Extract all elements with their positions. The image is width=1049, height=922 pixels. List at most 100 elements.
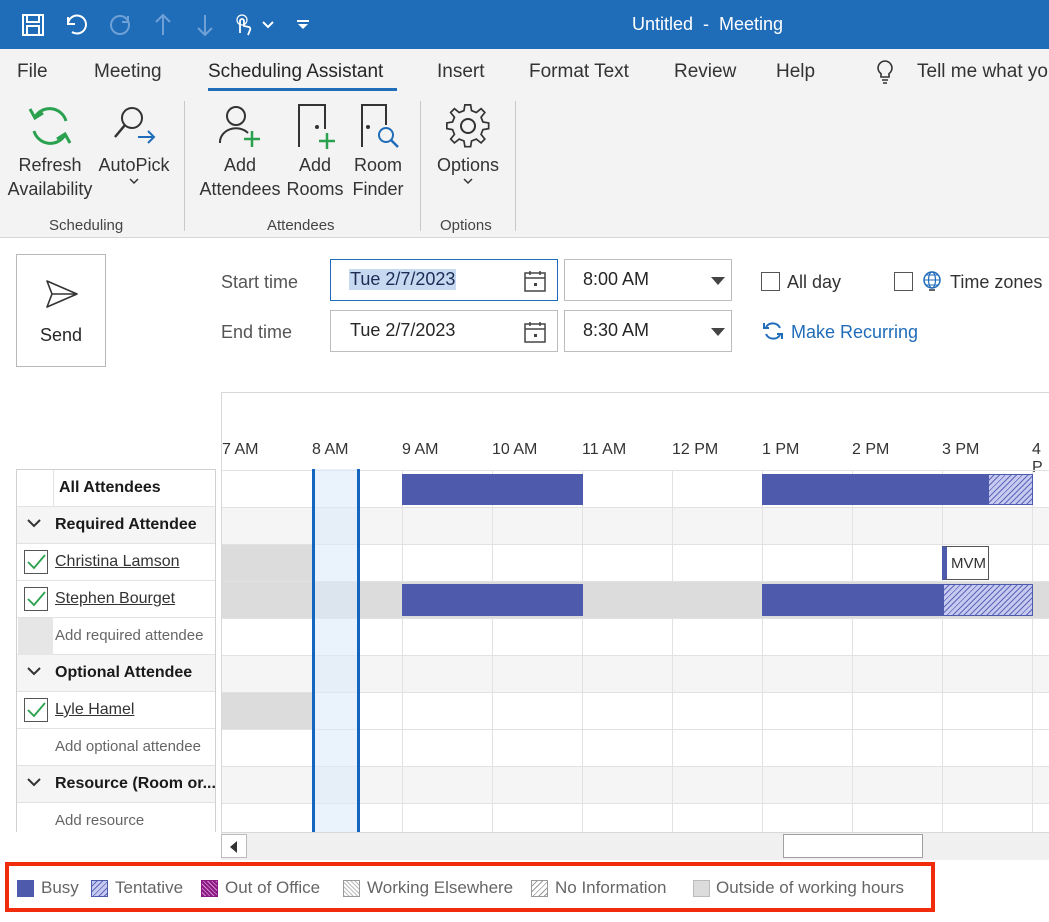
optional-attendee-label: Optional Attendee <box>55 664 193 681</box>
add-resource-row[interactable]: Add resource <box>17 803 215 832</box>
scrollbar-thumb[interactable] <box>783 834 923 858</box>
hour-label: 12 PM <box>672 441 719 458</box>
checkmark-icon <box>27 591 46 607</box>
customize-toolbar-icon[interactable] <box>292 12 314 38</box>
hour-gridline <box>762 470 763 833</box>
undo-icon[interactable] <box>63 12 89 38</box>
options-button[interactable]: Options <box>432 103 504 189</box>
attendee-name[interactable]: Lyle Hamel <box>55 701 134 719</box>
hour-gridline <box>402 470 403 833</box>
hour-gridline <box>942 470 943 833</box>
hour-label: 3 PM <box>942 441 980 458</box>
room-finder-label-line1: Room <box>353 155 402 175</box>
send-label: Send <box>39 325 83 345</box>
autopick-chevron-icon <box>96 177 172 185</box>
add-optional-attendee-input[interactable]: Add optional attendee <box>55 738 201 755</box>
refresh-label-line1: Refresh <box>18 155 82 175</box>
schedule-grid[interactable]: 7 AM 8 AM 9 AM 10 AM 11 AM 12 PM 1 PM 2 … <box>221 392 1049 833</box>
legend-working-elsewhere: Working Elsewhere <box>367 878 514 897</box>
add-rooms-label-line1: Add <box>298 155 332 175</box>
save-icon[interactable] <box>20 12 46 38</box>
chevron-down-icon[interactable] <box>27 666 41 676</box>
scheduling-group-label: Scheduling <box>49 217 124 234</box>
send-button[interactable]: Send <box>16 254 106 367</box>
tentative-swatch <box>91 880 108 897</box>
start-time-select[interactable]: 8:00 AM <box>564 259 732 301</box>
start-date-field[interactable]: Tue 2/7/2023 <box>330 259 558 301</box>
no-information-swatch <box>531 880 548 897</box>
refresh-availability-button[interactable]: Refresh Availability <box>4 103 96 201</box>
tab-file[interactable]: File <box>17 61 48 83</box>
chevron-down-icon[interactable] <box>258 12 278 38</box>
optional-attendee-header[interactable]: Optional Attendee <box>17 655 215 692</box>
end-date-field[interactable]: Tue 2/7/2023 <box>330 310 558 352</box>
hour-label: 2 PM <box>852 441 890 458</box>
touch-mode-icon[interactable] <box>230 12 256 38</box>
add-rooms-label-line2: Rooms <box>286 179 344 199</box>
meeting-time-selection[interactable] <box>312 469 360 833</box>
chevron-down-icon[interactable] <box>27 518 41 528</box>
busy-block <box>762 474 988 505</box>
busy-block <box>402 584 583 616</box>
attendee-checkbox[interactable] <box>24 587 48 611</box>
mvm-appointment[interactable]: MVM <box>942 546 989 580</box>
end-time-select[interactable]: 8:30 AM <box>564 310 732 352</box>
calendar-icon[interactable] <box>523 269 547 293</box>
add-required-attendee-input[interactable]: Add required attendee <box>55 627 203 644</box>
tab-help[interactable]: Help <box>776 61 815 83</box>
tell-me-search[interactable]: Tell me what yo <box>917 61 1048 83</box>
hour-gridline <box>582 470 583 833</box>
resource-header[interactable]: Resource (Room or... <box>17 766 215 803</box>
refresh-icon <box>28 107 72 145</box>
horizontal-scrollbar[interactable] <box>221 832 1049 860</box>
autopick-button[interactable]: AutoPick <box>96 103 172 189</box>
options-label: Options <box>436 155 500 175</box>
out-of-office-swatch <box>201 880 218 897</box>
attendee-name[interactable]: Christina Lamson <box>55 553 180 571</box>
tab-scheduling-assistant[interactable]: Scheduling Assistant <box>208 61 383 83</box>
add-attendees-button[interactable]: Add Attendees <box>196 103 284 201</box>
gear-icon <box>445 104 490 148</box>
add-optional-attendee-row[interactable]: Add optional attendee <box>17 729 215 766</box>
required-attendee-header[interactable]: Required Attendee <box>17 507 215 544</box>
options-group-label: Options <box>440 217 492 234</box>
tab-meeting[interactable]: Meeting <box>94 61 162 83</box>
all-attendees-label: All Attendees <box>59 479 161 496</box>
chevron-down-icon[interactable] <box>27 777 41 787</box>
required-attendee-label: Required Attendee <box>55 516 197 533</box>
start-time-label: Start time <box>221 272 299 292</box>
add-attendees-label-line1: Add <box>223 155 257 175</box>
add-rooms-button[interactable]: Add Rooms <box>286 103 344 201</box>
active-tab-indicator <box>208 88 397 91</box>
globe-icon <box>923 271 941 291</box>
hour-label: 1 PM <box>762 441 800 458</box>
add-attendees-label-line2: Attendees <box>199 179 281 199</box>
arrow-down-icon <box>192 12 218 38</box>
hour-label: 10 AM <box>492 441 538 458</box>
attendee-checkbox[interactable] <box>24 550 48 574</box>
add-required-attendee-row[interactable]: Add required attendee <box>17 618 215 655</box>
scroll-left-button[interactable] <box>221 834 247 858</box>
busy-block <box>762 584 943 616</box>
tab-insert[interactable]: Insert <box>437 61 485 83</box>
make-recurring-link[interactable]: Make Recurring <box>791 322 918 343</box>
tab-format-text[interactable]: Format Text <box>529 61 629 83</box>
attendee-checkbox[interactable] <box>24 698 48 722</box>
hour-gridline <box>852 470 853 833</box>
all-day-checkbox[interactable] <box>761 272 780 291</box>
hour-gridline <box>1032 470 1033 833</box>
options-chevron-icon <box>432 177 504 185</box>
busy-block <box>402 474 583 505</box>
time-zones-checkbox[interactable] <box>894 272 913 291</box>
end-date-value: Tue 2/7/2023 <box>350 320 456 340</box>
room-finder-button[interactable]: Room Finder <box>348 103 408 201</box>
calendar-icon[interactable] <box>523 320 547 344</box>
attendee-name[interactable]: Stephen Bourget <box>55 590 175 608</box>
legend-no-information: No Information <box>555 878 667 897</box>
tab-review[interactable]: Review <box>674 61 736 83</box>
ribbon-separator <box>420 101 421 231</box>
autopick-label: AutoPick <box>98 155 170 175</box>
add-resource-input[interactable]: Add resource <box>55 812 144 829</box>
dropdown-arrow-icon <box>711 328 725 336</box>
hour-label: 9 AM <box>402 441 439 458</box>
